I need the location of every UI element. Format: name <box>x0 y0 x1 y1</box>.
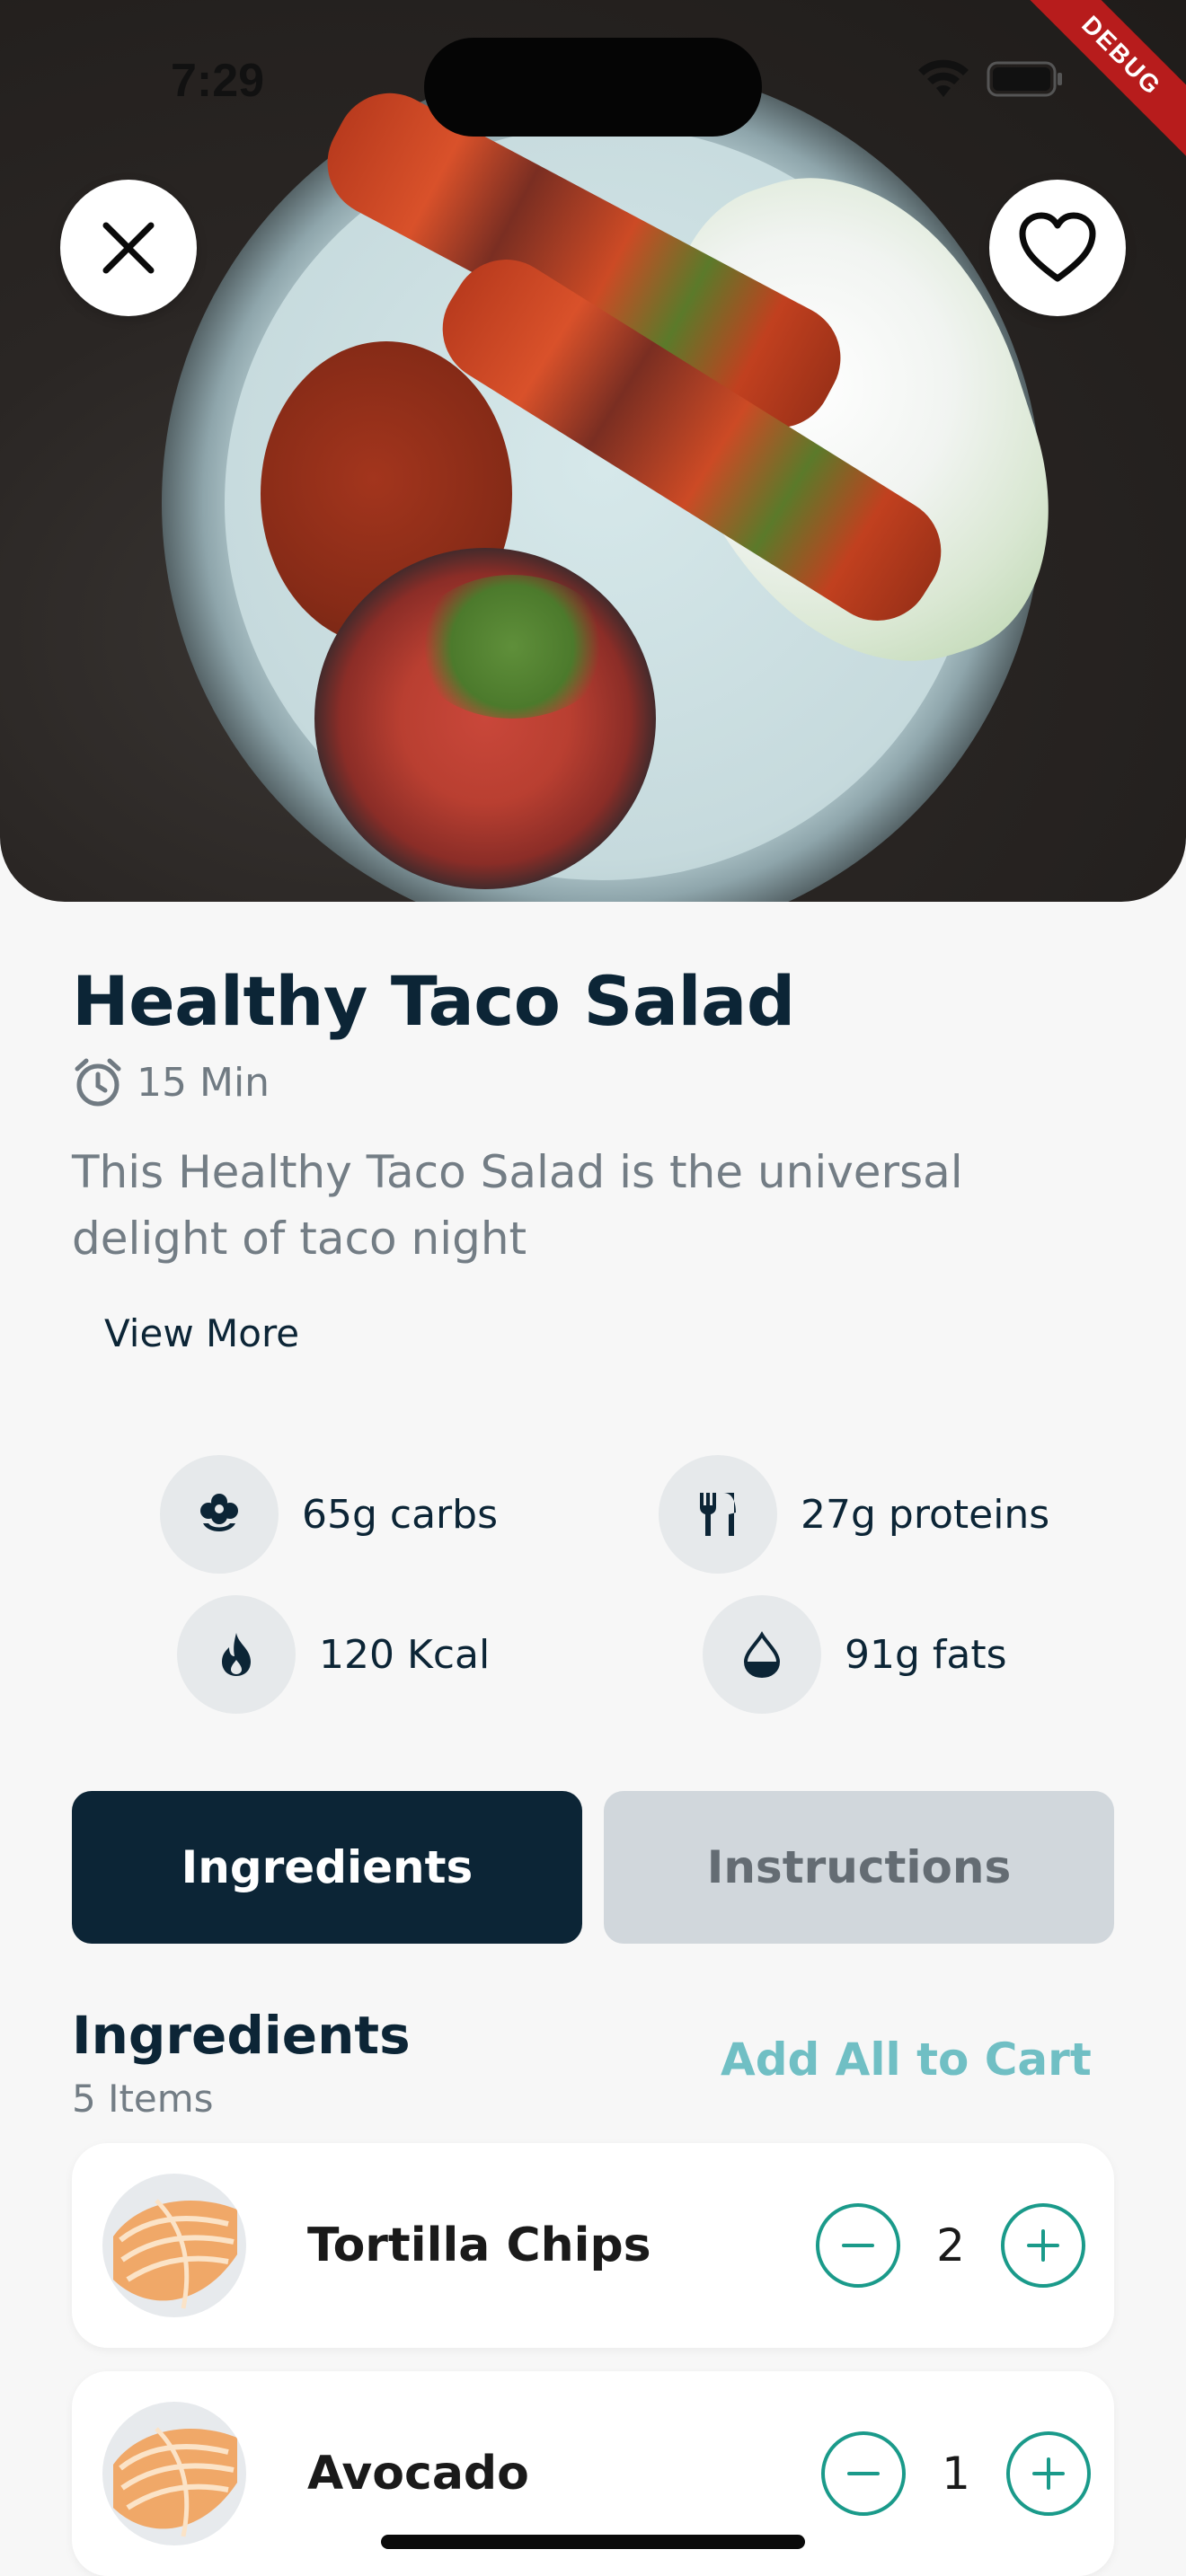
dynamic-island <box>424 38 762 137</box>
nutrition-icon-container <box>177 1595 296 1714</box>
flame-icon <box>222 1633 251 1676</box>
salmon-icon <box>113 2427 237 2537</box>
wifi-icon <box>918 59 969 97</box>
ingredient-name: Tortilla Chips <box>307 2219 651 2272</box>
nutrition-icon-container <box>659 1455 777 1574</box>
decrement-button[interactable] <box>821 2431 906 2516</box>
increment-button[interactable] <box>1001 2203 1085 2288</box>
minus-icon <box>847 2472 880 2475</box>
close-button[interactable] <box>60 180 197 316</box>
status-icons <box>916 59 1064 99</box>
nutrition-label: 65g carbs <box>302 1491 499 1538</box>
view-more-button[interactable]: View More <box>104 1311 299 1355</box>
heart-icon <box>1019 212 1096 282</box>
home-indicator[interactable] <box>381 2535 805 2549</box>
nutrition-calories: 120 Kcal <box>177 1595 490 1714</box>
plus-icon <box>1032 2457 1065 2490</box>
ingredient-thumbnail <box>102 2402 246 2545</box>
ingredients-section-title: Ingredients <box>72 2005 411 2066</box>
nutrition-carbs: 65g carbs <box>160 1455 498 1574</box>
quantity-value: 1 <box>942 2448 970 2500</box>
carbs-icon <box>200 1494 238 1531</box>
increment-button[interactable] <box>1006 2431 1091 2516</box>
tab-ingredients[interactable]: Ingredients <box>72 1791 582 1944</box>
quantity-value: 2 <box>936 2219 965 2272</box>
tab-instructions[interactable]: Instructions <box>604 1791 1114 1944</box>
decrement-button[interactable] <box>816 2203 900 2288</box>
quantity-stepper: 1 <box>821 2431 1091 2516</box>
ingredients-count: 5 Items <box>72 2077 214 2121</box>
herbs <box>413 575 611 719</box>
quantity-stepper: 2 <box>816 2203 1085 2288</box>
close-icon <box>102 222 155 274</box>
nutrition-label: 27g proteins <box>801 1491 1050 1538</box>
cook-time: 15 Min <box>72 1056 270 1108</box>
nutrition-label: 91g fats <box>845 1631 1007 1678</box>
nutrition-icon-container <box>160 1455 279 1574</box>
status-time: 7:29 <box>171 55 265 107</box>
ingredient-thumbnail <box>102 2174 246 2317</box>
nutrition-icon-container <box>703 1595 821 1714</box>
alarm-clock-icon <box>75 1058 121 1107</box>
fork-knife-icon <box>700 1493 736 1536</box>
ingredient-name: Avocado <box>307 2447 529 2501</box>
recipe-description: This Healthy Taco Salad is the universal… <box>72 1146 963 1265</box>
cook-time-label: 15 Min <box>137 1059 270 1106</box>
battery-icon <box>987 61 1062 97</box>
add-all-to-cart-button[interactable]: Add All to Cart <box>721 2033 1092 2086</box>
nutrition-fats: 91g fats <box>703 1595 1007 1714</box>
plus-icon <box>1027 2229 1059 2262</box>
drop-icon <box>743 1631 781 1679</box>
recipe-title: Healthy Taco Salad <box>72 961 795 1041</box>
ingredient-card: Tortilla Chips 2 <box>72 2143 1114 2348</box>
nutrition-label: 120 Kcal <box>319 1631 491 1678</box>
minus-icon <box>842 2244 874 2247</box>
nutrition-proteins: 27g proteins <box>659 1455 1049 1574</box>
salmon-icon <box>113 2199 237 2309</box>
favorite-button[interactable] <box>989 180 1126 316</box>
